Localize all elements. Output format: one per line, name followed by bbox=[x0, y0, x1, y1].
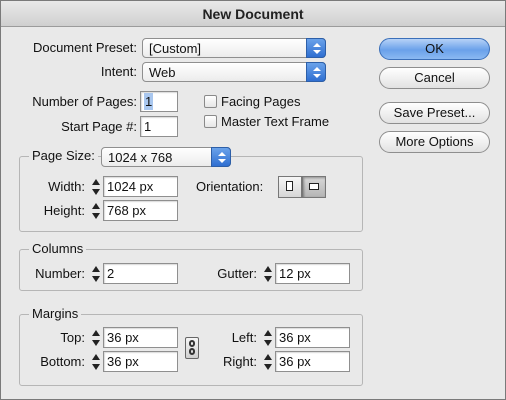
number-of-pages-field[interactable]: 1 bbox=[140, 91, 178, 112]
bottom-margin-field[interactable]: 36 px bbox=[103, 351, 178, 372]
start-page-value: 1 bbox=[144, 119, 152, 134]
width-label: Width: bbox=[48, 179, 85, 194]
right-margin-stepper-icon[interactable] bbox=[262, 352, 274, 372]
cancel-button[interactable]: Cancel bbox=[379, 67, 490, 89]
link-chain-icon[interactable] bbox=[185, 337, 199, 359]
left-margin-label: Left: bbox=[231, 330, 257, 345]
top-margin-value: 36 px bbox=[107, 330, 139, 345]
height-stepper-icon[interactable] bbox=[90, 201, 102, 221]
width-stepper-icon[interactable] bbox=[90, 177, 102, 197]
right-margin-value: 36 px bbox=[279, 354, 311, 369]
ok-button[interactable]: OK bbox=[379, 38, 490, 60]
bottom-margin-value: 36 px bbox=[107, 354, 139, 369]
bottom-margin-label: Bottom: bbox=[40, 354, 85, 369]
right-margin-field[interactable]: 36 px bbox=[275, 351, 350, 372]
intent-select[interactable]: Web bbox=[142, 62, 326, 82]
new-document-dialog: New Document Document Preset: [Custom] I… bbox=[0, 0, 506, 400]
height-label: Height: bbox=[43, 203, 85, 218]
left-margin-stepper-icon[interactable] bbox=[262, 328, 274, 348]
facing-pages-label: Facing Pages bbox=[221, 94, 301, 109]
gutter-field[interactable]: 12 px bbox=[275, 263, 350, 284]
title-bar: New Document bbox=[1, 1, 505, 27]
gutter-stepper-icon[interactable] bbox=[262, 264, 274, 284]
document-preset-label: Document Preset: bbox=[32, 40, 137, 55]
right-margin-label: Right: bbox=[223, 354, 257, 369]
master-text-frame-label: Master Text Frame bbox=[221, 114, 330, 129]
landscape-orientation-button[interactable] bbox=[302, 176, 326, 198]
facing-pages-checkbox[interactable] bbox=[204, 95, 217, 108]
gutter-label: Gutter: bbox=[217, 266, 257, 281]
chevron-updown-icon bbox=[306, 62, 326, 82]
height-field[interactable]: 768 px bbox=[103, 200, 178, 221]
document-preset-select[interactable]: [Custom] bbox=[142, 38, 326, 58]
columns-number-stepper-icon[interactable] bbox=[90, 264, 102, 284]
bottom-margin-stepper-icon[interactable] bbox=[90, 352, 102, 372]
columns-number-value: 2 bbox=[107, 266, 115, 281]
left-margin-field[interactable]: 36 px bbox=[275, 327, 350, 348]
width-value: 1024 px bbox=[107, 179, 154, 194]
landscape-page-icon bbox=[309, 183, 319, 190]
page-size-select[interactable]: 1024 x 768 bbox=[101, 147, 231, 167]
chevron-updown-icon bbox=[306, 38, 326, 58]
page-size-label: Page Size: bbox=[29, 148, 98, 164]
columns-number-field[interactable]: 2 bbox=[103, 263, 178, 284]
start-page-field[interactable]: 1 bbox=[140, 116, 178, 137]
dialog-title: New Document bbox=[202, 6, 304, 22]
document-preset-value: [Custom] bbox=[149, 41, 202, 56]
height-value: 768 px bbox=[107, 203, 147, 218]
left-margin-value: 36 px bbox=[279, 330, 311, 345]
portrait-orientation-button[interactable] bbox=[278, 176, 302, 198]
gutter-value: 12 px bbox=[279, 266, 311, 281]
master-text-frame-checkbox[interactable] bbox=[204, 115, 217, 128]
page-size-value: 1024 x 768 bbox=[108, 150, 173, 165]
margins-title: Margins bbox=[29, 306, 82, 322]
columns-title: Columns bbox=[29, 241, 87, 257]
save-preset-button[interactable]: Save Preset... bbox=[379, 102, 490, 124]
width-field[interactable]: 1024 px bbox=[103, 176, 178, 197]
intent-label: Intent: bbox=[100, 64, 137, 79]
number-of-pages-label: Number of Pages: bbox=[32, 94, 137, 109]
more-options-button[interactable]: More Options bbox=[379, 131, 490, 153]
top-margin-field[interactable]: 36 px bbox=[103, 327, 178, 348]
start-page-label: Start Page #: bbox=[61, 119, 137, 134]
top-margin-label: Top: bbox=[60, 330, 85, 345]
intent-value: Web bbox=[149, 65, 176, 80]
number-of-pages-value: 1 bbox=[144, 93, 154, 110]
chevron-updown-icon bbox=[211, 147, 231, 167]
columns-number-label: Number: bbox=[35, 266, 85, 281]
orientation-label: Orientation: bbox=[196, 179, 264, 194]
portrait-page-icon bbox=[286, 181, 293, 191]
top-margin-stepper-icon[interactable] bbox=[90, 328, 102, 348]
